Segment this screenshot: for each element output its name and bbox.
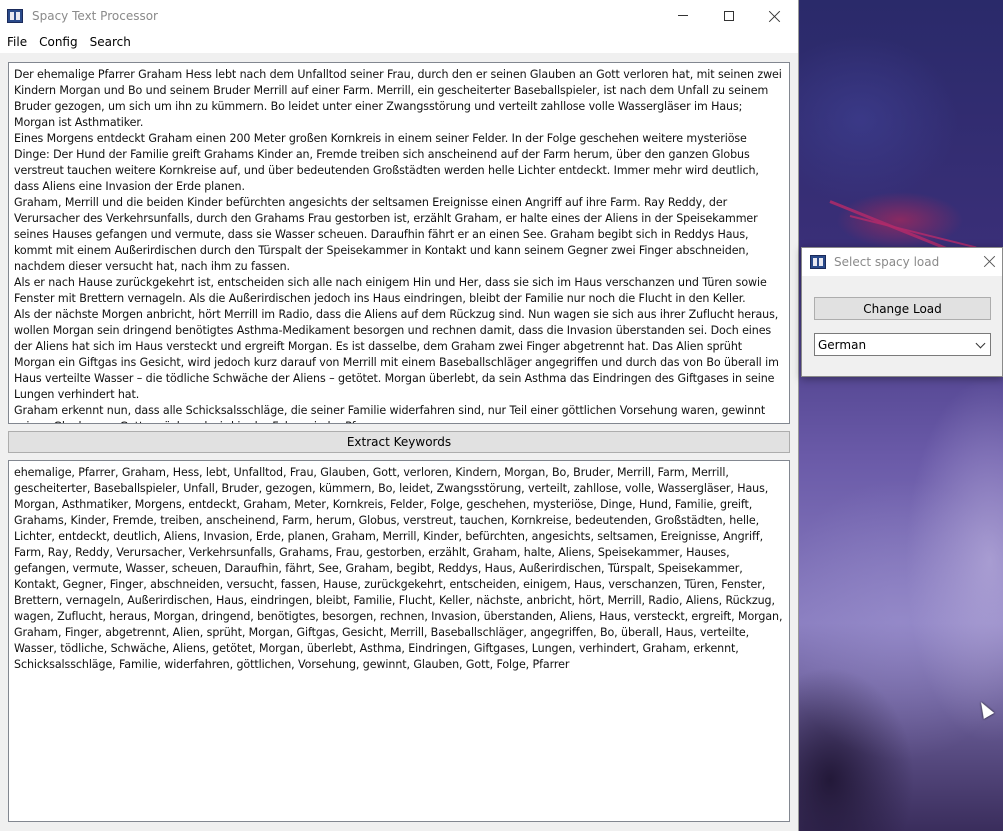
extract-keywords-button[interactable]: Extract Keywords [8, 431, 790, 453]
book-icon [810, 255, 826, 269]
wallpaper-streak [849, 215, 977, 249]
close-icon[interactable] [984, 255, 996, 267]
change-load-button[interactable]: Change Load [814, 297, 991, 320]
menu-config[interactable]: Config [33, 35, 84, 49]
menu-search[interactable]: Search [84, 35, 137, 49]
title-bar[interactable]: Spacy Text Processor [0, 0, 798, 31]
maximize-icon [724, 10, 734, 21]
input-text-area[interactable]: Der ehemalige Pfarrer Graham Hess lebt n… [8, 62, 790, 424]
close-icon [769, 10, 781, 22]
book-icon [7, 8, 23, 23]
minimize-button[interactable] [660, 0, 706, 31]
chevron-down-icon [975, 338, 986, 349]
dialog-title-bar[interactable]: Select spacy load [802, 248, 1002, 276]
dialog-title: Select spacy load [834, 255, 940, 269]
language-select-value: German [818, 337, 867, 352]
menu-file[interactable]: File [1, 35, 33, 49]
close-button[interactable] [752, 0, 798, 31]
main-window: Spacy Text Processor File Config Search … [0, 0, 799, 831]
language-select[interactable]: German [814, 333, 991, 356]
minimize-icon [678, 15, 688, 16]
keywords-output-area[interactable]: ehemalige, Pfarrer, Graham, Hess, lebt, … [8, 460, 790, 822]
menu-bar: File Config Search [0, 31, 798, 53]
select-spacy-load-dialog: Select spacy load Change Load German [801, 247, 1003, 377]
window-title: Spacy Text Processor [32, 8, 158, 23]
maximize-button[interactable] [706, 0, 752, 31]
